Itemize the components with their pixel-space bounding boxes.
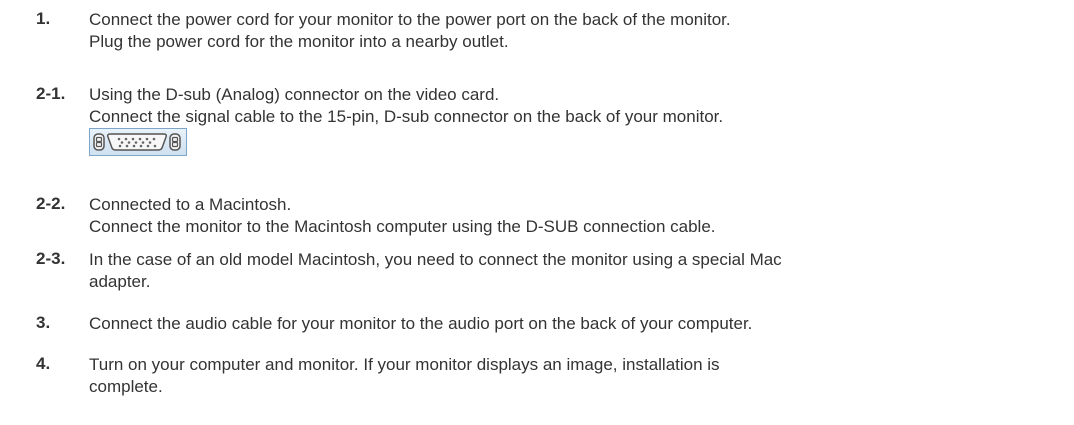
step-line: Turn on your computer and monitor. If yo… [89,355,720,374]
step-line: Connect the power cord for your monitor … [89,10,731,29]
step-line: Connect the monitor to the Macintosh com… [89,217,716,236]
step-line: Connect the signal cable to the 15-pin, … [89,107,724,126]
step-line: Plug the power cord for the monitor into… [89,32,509,51]
step-line: Connected to a Macintosh. [89,195,292,214]
step-number: 2-1. [36,84,66,103]
step-text: In the case of an old model Macintosh, y… [89,249,1059,293]
step-number: 4. [36,354,51,373]
step-number: 3. [36,313,51,332]
step-text: Turn on your computer and monitor. If yo… [89,354,1059,398]
step-number: 2-3. [36,249,66,268]
step-number: 1. [36,9,51,28]
step-text: Connected to a Macintosh. Connect the mo… [89,194,1059,238]
step-text: Using the D-sub (Analog) connector on th… [89,84,1059,156]
step-text: Connect the power cord for your monitor … [89,9,1059,53]
step-line: Connect the audio cable for your monitor… [89,314,753,333]
step-line: Using the D-sub (Analog) connector on th… [89,85,500,104]
step-text: Connect the audio cable for your monitor… [89,313,1059,335]
d-sub-connector-graphic [93,133,181,151]
step-number: 2-2. [36,194,66,213]
step-line: adapter. [89,272,151,291]
d-sub-connector-icon [89,128,187,156]
step-line: In the case of an old model Macintosh, y… [89,250,782,269]
step-line: complete. [89,377,163,396]
